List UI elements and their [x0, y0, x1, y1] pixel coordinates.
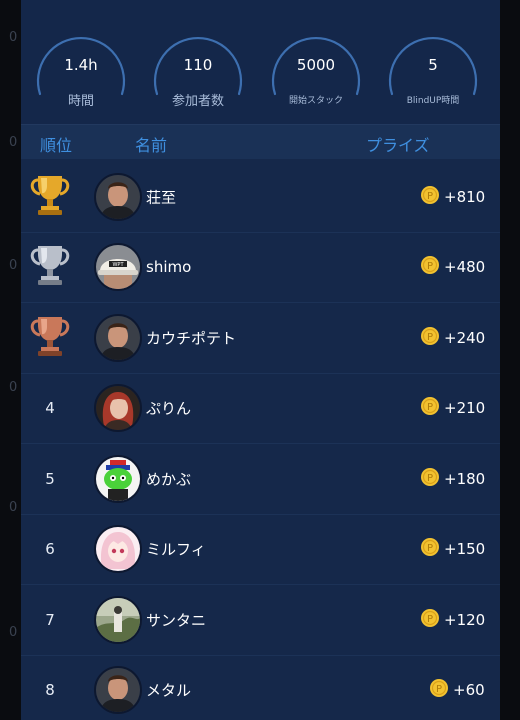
- ranking-row[interactable]: 荘至 P +810: [21, 162, 500, 233]
- coin-icon: P: [420, 326, 440, 350]
- avatar[interactable]: [94, 666, 142, 715]
- stat-value: 5: [428, 56, 438, 74]
- ranking-row[interactable]: 7 サンタニ P +120: [21, 585, 500, 656]
- svg-text:P: P: [427, 614, 433, 625]
- header-rank: 順位: [40, 136, 73, 155]
- stat-label: 参加者数: [171, 94, 224, 109]
- stat-value: 110: [183, 56, 213, 74]
- prize-amount: +240: [444, 328, 486, 347]
- rank-number: 4: [45, 399, 55, 418]
- ranking-row[interactable]: 5 めかぶ P +180: [21, 444, 500, 515]
- avatar[interactable]: [94, 595, 142, 644]
- svg-text:P: P: [427, 473, 433, 484]
- coin-icon: P: [429, 678, 449, 702]
- header-prize: プライズ: [366, 136, 430, 155]
- coin-icon: P: [420, 255, 440, 279]
- coin-icon: P: [420, 396, 440, 420]
- avatar[interactable]: [94, 384, 142, 433]
- ranking-header: 順位 名前 プライズ: [21, 124, 500, 159]
- svg-text:P: P: [427, 543, 433, 554]
- player-name: shimo: [146, 258, 192, 277]
- avatar[interactable]: [94, 454, 142, 503]
- avatar[interactable]: [94, 525, 142, 574]
- edge-mark: 0: [9, 135, 18, 150]
- coin-icon: P: [420, 537, 440, 561]
- gold-trophy-icon: [27, 171, 73, 223]
- svg-text:WPT: WPT: [112, 262, 124, 268]
- ranking-row[interactable]: 6 ミルフィ P +150: [21, 515, 500, 585]
- player-name: サンタニ: [146, 611, 207, 630]
- ranking-row[interactable]: 8 メタル P +60: [21, 656, 500, 720]
- stat-value: 5000: [296, 56, 336, 74]
- prize-amount: +120: [444, 610, 486, 629]
- stat-participants: 110 参加者数: [152, 22, 244, 109]
- ranking-list: 荘至 P +810 WPT shimo P +480 カウチポテト P +240…: [21, 162, 500, 720]
- stat-label: BlindUP時間: [406, 96, 460, 106]
- stat-label: 開始スタック: [288, 96, 343, 106]
- player-name: ぷりん: [146, 399, 192, 418]
- player-name: カウチポテト: [146, 329, 237, 348]
- svg-text:P: P: [436, 684, 442, 695]
- rank-number: 7: [45, 610, 55, 629]
- rank-number: 5: [45, 469, 55, 488]
- edge-mark: 0: [9, 258, 18, 273]
- prize-amount: +60: [453, 681, 485, 700]
- prize-amount: +180: [444, 469, 486, 488]
- coin-icon: P: [420, 467, 440, 491]
- svg-text:P: P: [427, 332, 433, 343]
- avatar[interactable]: WPT: [94, 243, 142, 292]
- player-name: めかぶ: [146, 470, 192, 489]
- prize-amount: +150: [444, 540, 486, 559]
- svg-text:P: P: [427, 402, 433, 413]
- ranking-row[interactable]: カウチポテト P +240: [21, 303, 500, 374]
- bronze-trophy-icon: [27, 312, 73, 364]
- stat-starting-stack: 5000 開始スタック: [270, 22, 362, 106]
- rank-number: 8: [45, 681, 55, 700]
- ranking-row[interactable]: WPT shimo P +480: [21, 233, 500, 303]
- header-name: 名前: [135, 136, 168, 155]
- coin-icon: P: [420, 608, 440, 632]
- avatar[interactable]: [94, 172, 142, 221]
- svg-text:P: P: [427, 191, 433, 202]
- edge-mark: 0: [9, 30, 18, 45]
- stat-value: 1.4h: [64, 56, 98, 74]
- avatar[interactable]: [94, 313, 142, 362]
- stat-label: 時間: [67, 94, 94, 109]
- rank-number: 6: [45, 540, 55, 559]
- stat-blind-up: 5 BlindUP時間: [387, 22, 479, 106]
- edge-mark: 0: [9, 380, 18, 395]
- player-name: メタル: [146, 681, 192, 700]
- player-name: 荘至: [146, 188, 177, 207]
- prize-amount: +210: [444, 399, 486, 418]
- edge-mark: 0: [9, 625, 18, 640]
- edge-mark: 0: [9, 500, 18, 515]
- stat-duration: 1.4h 時間: [35, 22, 127, 109]
- tournament-stats: 1.4h 時間 110 参加者数 5000 開始スタック 5 BlindUP時間: [21, 0, 500, 126]
- ranking-row[interactable]: 4 ぷりん P +210: [21, 374, 500, 444]
- player-name: ミルフィ: [146, 540, 206, 559]
- tournament-result-panel: 1.4h 時間 110 参加者数 5000 開始スタック 5 BlindUP時間…: [21, 0, 500, 720]
- coin-icon: P: [420, 185, 440, 209]
- silver-trophy-icon: [27, 241, 73, 293]
- svg-text:P: P: [427, 261, 433, 272]
- prize-amount: +480: [444, 258, 486, 277]
- prize-amount: +810: [444, 187, 486, 206]
